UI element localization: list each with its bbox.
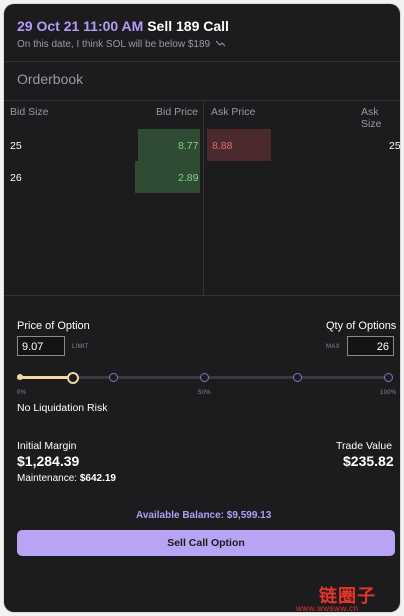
prediction-text: On this date, I think SOL will be below … [17, 39, 211, 50]
trend-down-icon [215, 39, 226, 50]
bid-price-cell[interactable]: 2.89 [178, 172, 198, 184]
slider-start-dot [17, 374, 23, 380]
price-input[interactable]: 9.07 [17, 336, 65, 356]
orderbook-center-divider [203, 101, 204, 295]
initial-margin-label: Initial Margin [17, 440, 77, 452]
slider-tick[interactable] [384, 373, 393, 382]
form-divider [4, 295, 400, 296]
bid-size-cell: 25 [10, 140, 22, 152]
maintenance-label: Maintenance: [17, 473, 78, 484]
order-header: 29 Oct 21 11:00 AM Sell 189 Call On this… [17, 18, 229, 50]
slider-fill [17, 376, 74, 379]
header-divider [4, 61, 400, 62]
orderbook-title: Orderbook [17, 71, 84, 87]
watermark-url: www.wwsww.cn [296, 604, 359, 612]
bid-size-cell: 26 [10, 172, 22, 184]
maintenance-value: $642.19 [79, 473, 116, 484]
col-ask-size: Ask Size [361, 106, 382, 130]
ask-size-cell: 25 [389, 140, 400, 152]
slider-tick[interactable] [293, 373, 302, 382]
liquidation-risk-text: No Liquidation Risk [17, 402, 108, 414]
trade-value-value: $235.82 [343, 453, 394, 469]
price-label: Price of Option [17, 320, 90, 332]
balance-value: $9,599.13 [226, 510, 272, 521]
ask-price-cell[interactable]: 8.88 [212, 140, 232, 152]
limit-tag: LIMIT [72, 344, 89, 350]
col-ask-price: Ask Price [211, 106, 256, 118]
orderbook-divider [4, 100, 400, 101]
expiry-date: 29 Oct 21 11:00 AM [17, 18, 144, 34]
col-bid-size: Bid Size [10, 106, 49, 118]
order-action: Sell 189 Call [147, 18, 229, 34]
col-bid-price: Bid Price [156, 106, 199, 118]
bid-price-cell[interactable]: 8.77 [178, 140, 198, 152]
maintenance-row: Maintenance: $642.19 [17, 473, 116, 484]
slider-handle[interactable] [67, 372, 80, 384]
initial-margin-value: $1,284.39 [17, 453, 80, 469]
slider-mark-0: 0% [17, 390, 27, 396]
order-subtitle: On this date, I think SOL will be below … [17, 39, 229, 50]
trade-value-label: Trade Value [336, 440, 393, 452]
slider-tick[interactable] [109, 373, 118, 382]
max-tag[interactable]: MAX [326, 344, 340, 350]
sell-call-option-button[interactable]: Sell Call Option [17, 530, 395, 556]
balance-label: Available Balance: [136, 510, 225, 521]
order-title: 29 Oct 21 11:00 AM Sell 189 Call [17, 18, 229, 34]
available-balance: Available Balance: $9,599.13 [136, 510, 271, 521]
slider-tick[interactable] [200, 373, 209, 382]
slider-mark-100: 100% [380, 390, 397, 396]
slider-mark-50: 50% [198, 390, 211, 396]
qty-input[interactable]: 26 [347, 336, 394, 356]
option-order-panel: 29 Oct 21 11:00 AM Sell 189 Call On this… [4, 4, 400, 612]
qty-label: Qty of Options [326, 320, 397, 332]
